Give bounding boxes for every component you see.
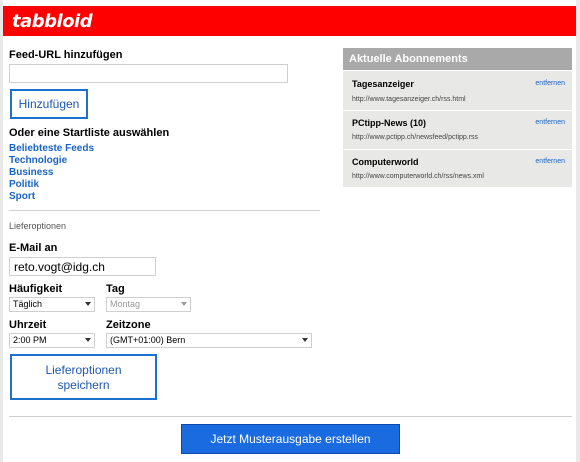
tabbloid-logo[interactable]: tabbloid: [12, 11, 93, 32]
email-input[interactable]: [9, 257, 156, 276]
startlist-item-business[interactable]: Business: [9, 167, 94, 179]
subscriptions-heading: Aktuelle Abonnements: [343, 48, 572, 70]
subscription-item: PCtipp-News (10) entfernen http://www.pc…: [343, 110, 572, 149]
frequency-select[interactable]: Täglich: [9, 297, 95, 312]
startlist-heading: Oder eine Startliste auswählen: [9, 127, 170, 139]
save-button-line1: Lieferoptionen: [45, 363, 122, 377]
day-label: Tag: [106, 283, 125, 295]
header-bar: tabbloid: [3, 6, 576, 36]
day-select[interactable]: Montag: [106, 297, 191, 312]
subscription-title: Tagesanzeiger: [352, 79, 414, 89]
remove-subscription-link[interactable]: entfernen: [535, 80, 565, 87]
day-value: Montag: [110, 299, 141, 309]
frequency-value: Täglich: [13, 299, 43, 309]
subscription-url: http://www.tagesanzeiger.ch/rss.html: [352, 96, 466, 103]
remove-subscription-link[interactable]: entfernen: [535, 158, 565, 165]
feed-url-heading: Feed-URL hinzufügen: [9, 49, 123, 61]
email-label: E-Mail an: [9, 242, 58, 254]
chevron-down-icon: [302, 338, 308, 342]
startlist-item-politik[interactable]: Politik: [9, 179, 94, 191]
startlist-item-sport[interactable]: Sport: [9, 191, 94, 203]
time-select[interactable]: 2:00 PM: [9, 333, 95, 348]
subscription-title: PCtipp-News (10): [352, 118, 427, 128]
startlist-links: Beliebteste Feeds Technologie Business P…: [9, 143, 94, 203]
subscription-item: Computerworld entfernen http://www.compu…: [343, 149, 572, 187]
add-feed-button[interactable]: Hinzufügen: [10, 89, 88, 119]
divider: [9, 210, 320, 211]
delivery-section-label: Lieferoptionen: [9, 221, 67, 231]
frequency-label: Häufigkeit: [9, 283, 63, 295]
save-delivery-options-button[interactable]: Lieferoptionen speichern: [10, 354, 157, 400]
save-button-line2: speichern: [57, 378, 110, 392]
feed-url-input[interactable]: [9, 64, 288, 83]
startlist-item-technologie[interactable]: Technologie: [9, 155, 94, 167]
startlist-item-beliebteste-feeds[interactable]: Beliebteste Feeds: [9, 143, 94, 155]
timezone-label: Zeitzone: [106, 319, 151, 331]
chevron-down-icon: [85, 338, 91, 342]
timezone-select[interactable]: (GMT+01:00) Bern: [106, 333, 312, 348]
subscriptions-panel: Aktuelle Abonnements Tagesanzeiger entfe…: [343, 48, 572, 187]
chevron-down-icon: [85, 302, 91, 306]
timezone-value: (GMT+01:00) Bern: [110, 335, 186, 345]
footer-divider: [9, 416, 572, 417]
time-value: 2:00 PM: [13, 335, 47, 345]
subscription-item: Tagesanzeiger entfernen http://www.tages…: [343, 70, 572, 109]
subscription-url: http://www.pctipp.ch/newsfeed/pctipp.rss: [352, 134, 479, 141]
create-sample-button[interactable]: Jetzt Musterausgabe erstellen: [181, 424, 400, 454]
subscription-url: http://www.computerworld.ch/rss/news.xml: [352, 173, 484, 180]
chevron-down-icon: [181, 302, 187, 306]
time-label: Uhrzeit: [9, 319, 47, 331]
subscription-title: Computerworld: [352, 157, 419, 167]
remove-subscription-link[interactable]: entfernen: [535, 119, 565, 126]
